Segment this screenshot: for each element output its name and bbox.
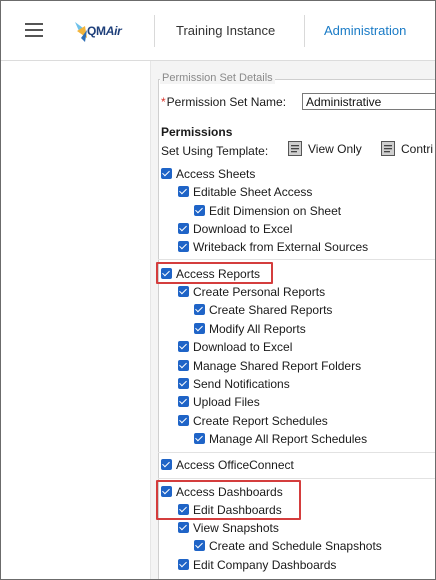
- checkbox-checked-icon[interactable]: [178, 186, 189, 197]
- checkbox-checked-icon[interactable]: [161, 268, 172, 279]
- template-view-only-button[interactable]: View Only: [288, 141, 362, 156]
- checkbox-checked-icon[interactable]: [178, 559, 189, 570]
- checkbox-create-report-schedules[interactable]: Create Report Schedules: [178, 414, 328, 428]
- checkbox-create-personal-reports[interactable]: Create Personal Reports: [178, 285, 325, 299]
- checkbox-checked-icon[interactable]: [178, 223, 189, 234]
- checkbox-checked-icon[interactable]: [178, 360, 189, 371]
- checkbox-checked-icon[interactable]: [178, 415, 189, 426]
- permission-set-name-input[interactable]: [302, 93, 435, 110]
- checkbox-download-to-excel-reports[interactable]: Download to Excel: [178, 340, 292, 354]
- checkbox-download-to-excel-sheets[interactable]: Download to Excel: [178, 222, 292, 236]
- checkbox-editable-sheet-access[interactable]: Editable Sheet Access: [178, 185, 312, 199]
- checkbox-edit-dashboards[interactable]: Edit Dashboards: [178, 503, 282, 517]
- checkbox-checked-icon[interactable]: [161, 486, 172, 497]
- name-label: *Permission Set Name:: [161, 95, 287, 109]
- document-icon: [381, 141, 395, 156]
- checkbox-checked-icon[interactable]: [178, 286, 189, 297]
- checkbox-create-schedule-snapshots[interactable]: Create and Schedule Snapshots: [194, 539, 382, 553]
- checkbox-modify-all-reports[interactable]: Modify All Reports: [194, 322, 306, 336]
- sidebar: [1, 61, 151, 579]
- checkbox-create-shared-reports[interactable]: Create Shared Reports: [194, 303, 332, 317]
- checkbox-access-officeconnect[interactable]: Access OfficeConnect: [161, 458, 294, 472]
- checkbox-checked-icon[interactable]: [178, 341, 189, 352]
- checkbox-access-dashboards[interactable]: Access Dashboards: [161, 485, 283, 499]
- checkbox-checked-icon[interactable]: [178, 378, 189, 389]
- group-divider: [158, 452, 435, 453]
- nav-administration[interactable]: Administration: [324, 23, 406, 38]
- checkbox-checked-icon[interactable]: [194, 540, 205, 551]
- checkbox-checked-icon[interactable]: [178, 396, 189, 407]
- checkbox-edit-dimension-on-sheet[interactable]: Edit Dimension on Sheet: [194, 204, 341, 218]
- group-divider: [158, 259, 435, 260]
- template-contributor-button[interactable]: Contri: [381, 141, 433, 156]
- checkbox-access-reports[interactable]: Access Reports: [161, 267, 260, 281]
- document-icon: [288, 141, 302, 156]
- checkbox-manage-all-report-schedules[interactable]: Manage All Report Schedules: [194, 432, 367, 446]
- checkbox-checked-icon[interactable]: [178, 241, 189, 252]
- checkbox-checked-icon[interactable]: [161, 459, 172, 470]
- app-window: QMAir Training Instance Administration P…: [0, 0, 436, 580]
- checkbox-checked-icon[interactable]: [178, 522, 189, 533]
- checkbox-checked-icon[interactable]: [194, 304, 205, 315]
- checkbox-access-sheets[interactable]: Access Sheets: [161, 167, 255, 181]
- checkbox-checked-icon[interactable]: [161, 168, 172, 179]
- checkbox-checked-icon[interactable]: [178, 504, 189, 515]
- checkbox-send-notifications[interactable]: Send Notifications: [178, 377, 290, 391]
- checkbox-edit-company-dashboards[interactable]: Edit Company Dashboards: [178, 558, 336, 572]
- checkbox-manage-shared-report-folders[interactable]: Manage Shared Report Folders: [178, 359, 361, 373]
- group-divider: [158, 478, 435, 479]
- template-label: Set Using Template:: [161, 144, 269, 158]
- nav-training-instance[interactable]: Training Instance: [176, 23, 275, 38]
- checkbox-writeback-external[interactable]: Writeback from External Sources: [178, 240, 368, 254]
- checkbox-checked-icon[interactable]: [194, 323, 205, 334]
- panel-legend: Permission Set Details: [160, 72, 275, 84]
- permissions-title: Permissions: [161, 125, 233, 139]
- checkbox-checked-icon[interactable]: [194, 433, 205, 444]
- checkbox-checked-icon[interactable]: [194, 205, 205, 216]
- header-divider: [154, 15, 155, 47]
- hamburger-menu-icon[interactable]: [25, 23, 45, 39]
- top-bar: QMAir Training Instance Administration: [1, 1, 435, 61]
- logo-wordmark: QMAir: [87, 24, 122, 38]
- checkbox-upload-files[interactable]: Upload Files: [178, 395, 260, 409]
- header-divider: [304, 15, 305, 47]
- checkbox-view-snapshots[interactable]: View Snapshots: [178, 521, 279, 535]
